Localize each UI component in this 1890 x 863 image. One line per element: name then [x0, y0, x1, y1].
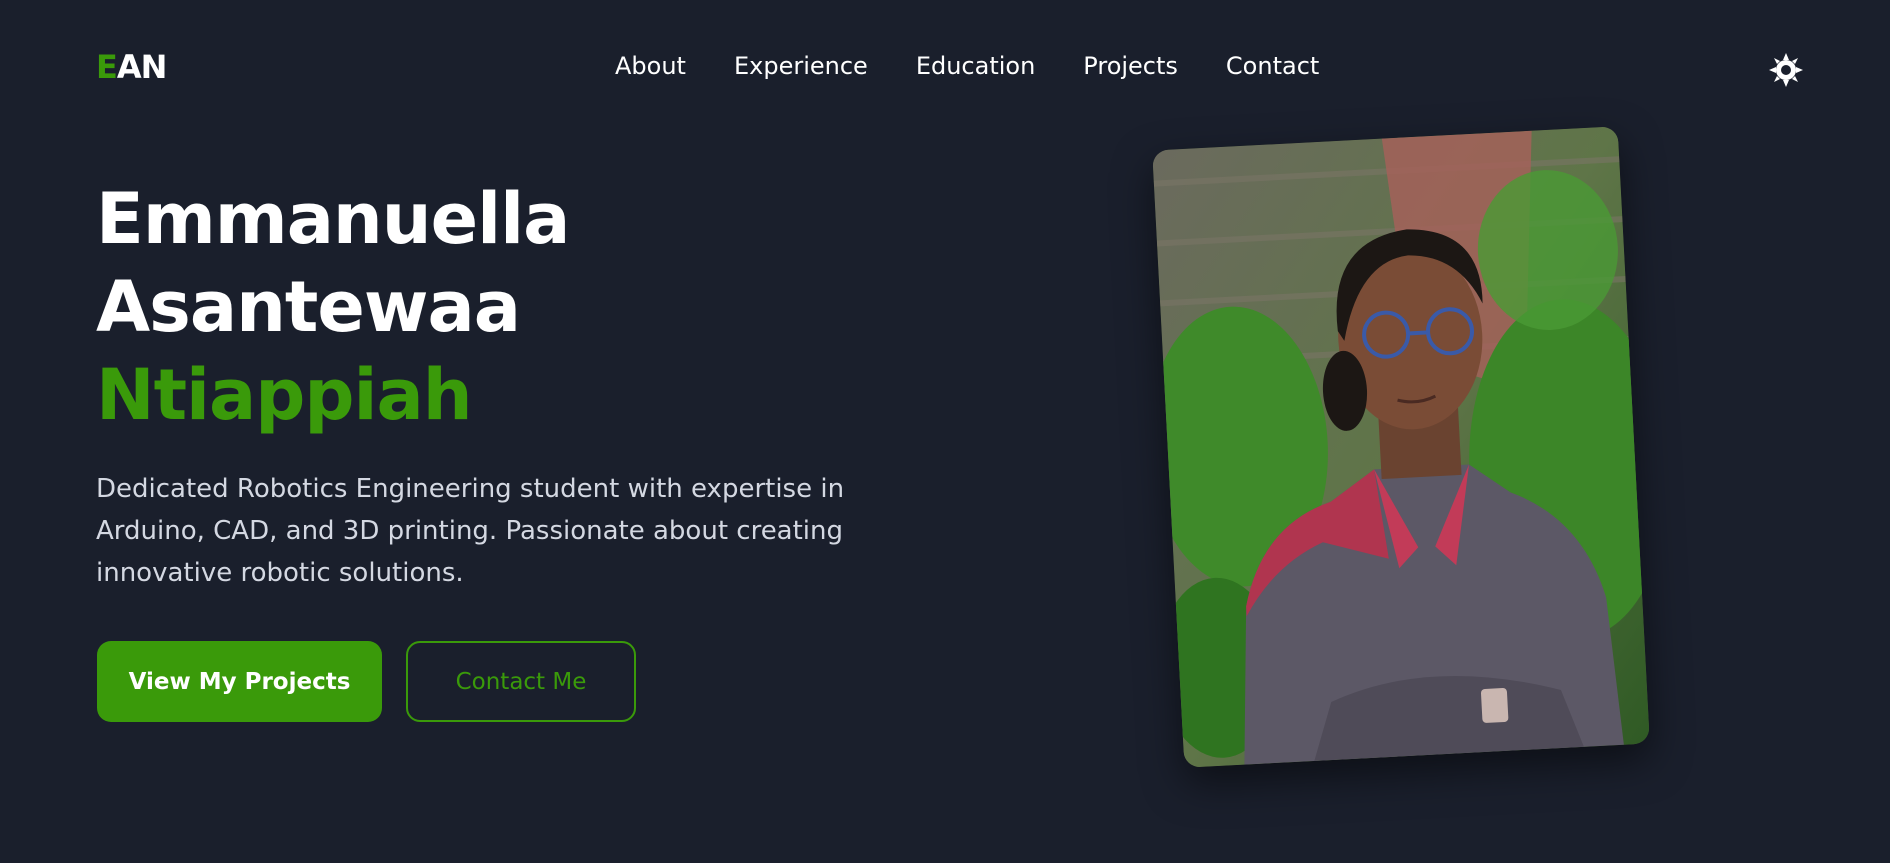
hero-description: Dedicated Robotics Engineering student w…	[96, 474, 845, 588]
sun-icon	[1769, 53, 1803, 87]
view-projects-button[interactable]: View My Projects	[97, 641, 382, 722]
nav-experience[interactable]: Experience	[734, 52, 868, 80]
logo-accent-letter: E	[96, 48, 118, 86]
name-first: Emmanuella	[96, 178, 570, 260]
main-nav: About Experience Education Projects Cont…	[615, 52, 1319, 80]
profile-photo	[1152, 126, 1650, 768]
profile-photo-illustration	[1152, 126, 1650, 768]
nav-education[interactable]: Education	[916, 52, 1035, 80]
hero-name: Emmanuella Asantewaa Ntiappiah	[96, 175, 570, 439]
nav-about[interactable]: About	[615, 52, 686, 80]
nav-projects[interactable]: Projects	[1083, 52, 1178, 80]
nav-contact[interactable]: Contact	[1226, 52, 1319, 80]
logo-rest: AN	[116, 48, 168, 86]
site-logo[interactable]: EAN	[96, 48, 168, 86]
contact-me-button[interactable]: Contact Me	[406, 641, 636, 722]
theme-toggle-button[interactable]	[1768, 52, 1804, 88]
name-middle: Asantewaa	[96, 266, 521, 348]
name-last: Ntiappiah	[96, 354, 473, 436]
portfolio-page: EAN About Experience Education Projects …	[0, 0, 1890, 863]
